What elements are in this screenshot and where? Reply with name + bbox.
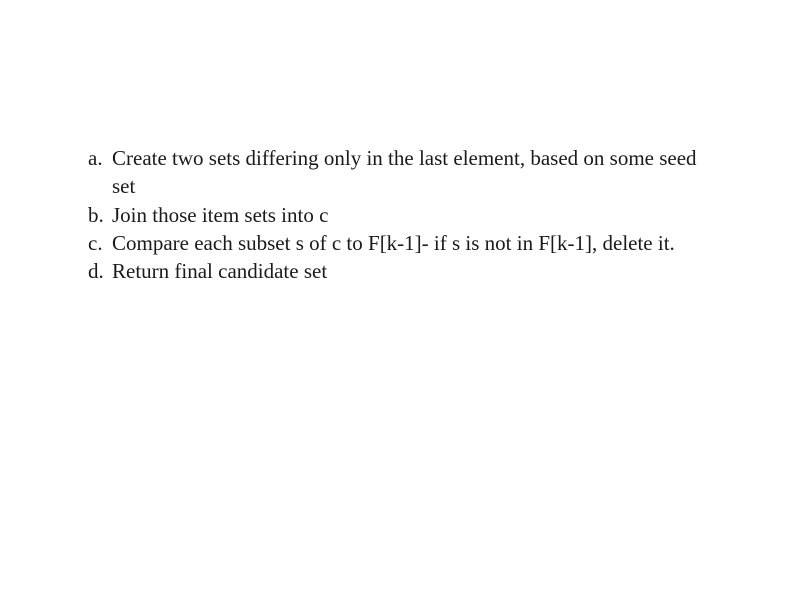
list-text: Compare each subset s of c to F[k-1]- if… — [112, 229, 712, 257]
list-item: d. Return final candidate set — [88, 257, 712, 285]
list-item: c. Compare each subset s of c to F[k-1]-… — [88, 229, 712, 257]
list-marker: a. — [88, 144, 112, 201]
list-marker: b. — [88, 201, 112, 229]
list-text: Return final candidate set — [112, 257, 712, 285]
list-text: Create two sets differing only in the la… — [112, 144, 712, 201]
list-item: a. Create two sets differing only in the… — [88, 144, 712, 201]
list-marker: d. — [88, 257, 112, 285]
list-marker: c. — [88, 229, 112, 257]
ordered-list: a. Create two sets differing only in the… — [88, 144, 712, 286]
list-item: b. Join those item sets into c — [88, 201, 712, 229]
list-text: Join those item sets into c — [112, 201, 712, 229]
